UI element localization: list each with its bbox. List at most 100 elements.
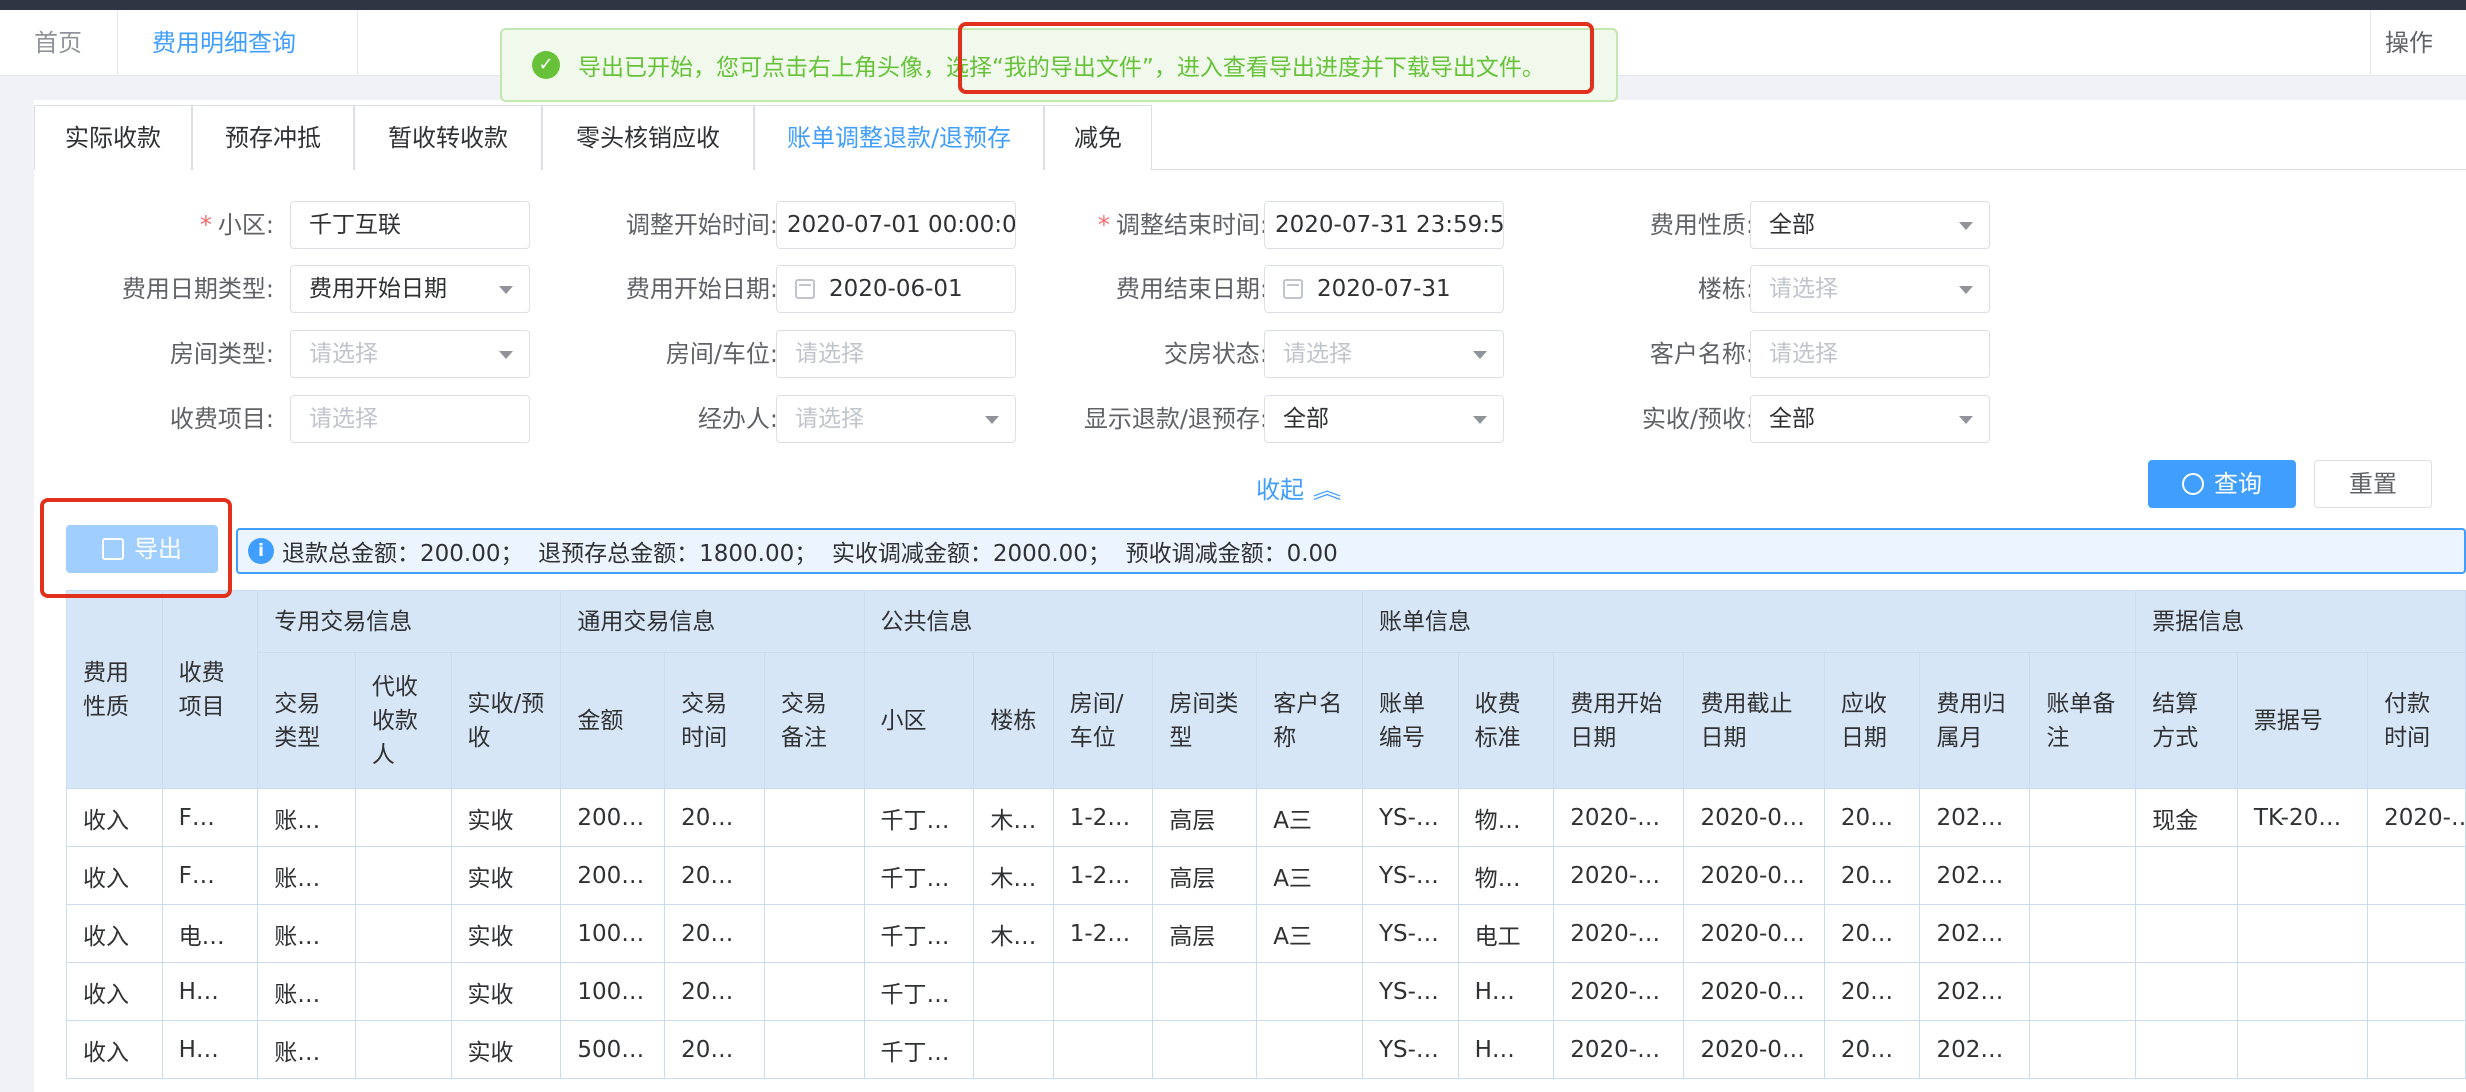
group-header-bill: 账单信息 xyxy=(1361,590,2137,653)
room-parking-input[interactable]: 请选择 xyxy=(776,330,1016,378)
table-cell: 20… xyxy=(1823,846,1921,905)
collapse-toggle[interactable]: 收起 ︽ xyxy=(1256,470,1341,505)
table-cell: 202… xyxy=(1919,788,2031,847)
table-cell xyxy=(354,962,452,1021)
table-cell: 2020-… xyxy=(1553,788,1685,847)
table-cell xyxy=(1152,962,1258,1021)
chevron-down-icon xyxy=(499,286,513,294)
table-cell: 账… xyxy=(257,788,356,847)
customer-name-input[interactable]: 请选择 xyxy=(1750,330,1990,378)
charge-item-input[interactable]: 请选择 xyxy=(290,395,530,443)
group-header-special: 专用交易信息 xyxy=(257,590,562,653)
table-row[interactable]: 收入 H… 账… 实收 100… 20… 千丁… YS-… H… 2020-… 2020-0… 20…… xyxy=(66,962,2466,1021)
table-row[interactable]: 收入 H… 账… 实收 500… 20… 千丁… YS-… H… 2020-… 2020-0… 20…… xyxy=(66,1020,2466,1079)
tab-fee-detail-query[interactable]: 费用明细查询× xyxy=(118,10,358,123)
table-cell: 20… xyxy=(1823,904,1921,963)
table-cell: 1-2… xyxy=(1052,904,1154,963)
chevron-double-up-icon: ︽ xyxy=(1312,479,1342,504)
table-cell xyxy=(354,904,452,963)
room-type-select[interactable]: 请选择 xyxy=(290,330,530,378)
actual-prepay-select[interactable]: 全部 xyxy=(1750,395,1990,443)
fee-nature-select[interactable]: 全部 xyxy=(1750,201,1990,249)
col-header-fee-nature: 费用性质 xyxy=(66,590,163,789)
table-cell xyxy=(2367,904,2466,963)
table-cell: 202… xyxy=(1919,1020,2031,1079)
table-cell xyxy=(354,1020,452,1079)
community-input[interactable]: 千丁互联 xyxy=(290,201,530,249)
show-refund-select[interactable]: 全部 xyxy=(1264,395,1504,443)
table-cell xyxy=(2367,962,2466,1021)
adjust-start-input[interactable]: 2020-07-01 00:00:00 xyxy=(776,201,1016,249)
col-header-room-type: 房间类型 xyxy=(1152,652,1258,789)
chevron-down-icon xyxy=(1473,416,1487,424)
query-button[interactable]: 查询 xyxy=(2148,460,2296,508)
table-row[interactable]: 收入 电… 账… 实收 100… 20… 千丁… 木… 1-2… 高层 A三 YS-… 电工 2020-…… xyxy=(66,904,2466,963)
col-header-transaction-time: 交易时间 xyxy=(664,652,765,789)
fee-date-type-select[interactable]: 费用开始日期 xyxy=(290,265,530,313)
table-cell: 收入 xyxy=(66,904,163,963)
table-cell: 20… xyxy=(664,962,765,1021)
group-header-receipt: 票据信息 xyxy=(2135,590,2466,653)
table-cell: 木… xyxy=(973,846,1054,905)
fee-start-date-input[interactable]: 2020-06-01 xyxy=(776,265,1016,313)
table-cell: F… xyxy=(161,788,259,847)
table-cell xyxy=(2367,846,2466,905)
table-cell: YS-… xyxy=(1361,788,1459,847)
fee-end-date-input[interactable]: 2020-07-31 xyxy=(1264,265,1504,313)
room-parking-label: 房间/车位: xyxy=(665,340,778,368)
operations-label: 操作 xyxy=(2385,29,2433,57)
table-cell: YS-… xyxy=(1361,904,1459,963)
col-header-fee-end-date: 费用截止日期 xyxy=(1683,652,1825,789)
table-cell: 千丁… xyxy=(863,788,975,847)
table-cell: 高层 xyxy=(1152,788,1258,847)
table-cell: 千丁… xyxy=(863,904,975,963)
table-cell: 账… xyxy=(257,904,356,963)
operations-menu[interactable]: 操作 xyxy=(2370,10,2466,76)
col-header-bill-number: 账单编号 xyxy=(1361,652,1459,789)
delivery-status-select[interactable]: 请选择 xyxy=(1264,330,1504,378)
summary-bar: i 退款总金额：200.00； 退预存总金额：1800.00； 实收调减金额：2… xyxy=(236,528,2466,574)
table-row[interactable]: 收入 F… 账… 实收 200… 20… 千丁… 木… 1-2… 高层 A三 YS-… 物… 2020-…… xyxy=(66,788,2466,847)
table-cell: 收入 xyxy=(66,1020,163,1079)
tab-prepaid-offset[interactable]: 预存冲抵 xyxy=(192,105,354,170)
handler-select[interactable]: 请选择 xyxy=(776,395,1016,443)
charge-item-label: 收费项目: xyxy=(169,405,274,433)
col-header-payment-time: 付款时间 xyxy=(2367,652,2466,789)
tab-actual-receipt[interactable]: 实际收款 xyxy=(34,105,192,170)
group-header-public: 公共信息 xyxy=(863,590,1363,653)
table-cell: 物… xyxy=(1457,846,1555,905)
fee-detail-table: 费用性质 收费项目 专用交易信息 通用交易信息 公共信息 账单信息 票据信息 交… xyxy=(66,590,2466,1079)
table-cell xyxy=(2029,846,2137,905)
table-row[interactable]: 收入 F… 账… 实收 200… 20… 千丁… 木… 1-2… 高层 A三 YS-… 物… 2020-…… xyxy=(66,846,2466,905)
table-cell: YS-… xyxy=(1361,962,1459,1021)
table-cell xyxy=(2367,1020,2466,1079)
tab-home[interactable]: 首页 xyxy=(0,10,118,76)
table-cell xyxy=(2135,846,2238,905)
annotation-highlight-export xyxy=(40,498,232,598)
annotation-highlight-toast xyxy=(958,22,1594,94)
table-cell: 2020-0… xyxy=(1683,962,1825,1021)
table-cell: 收入 xyxy=(66,846,163,905)
table-cell xyxy=(2029,1020,2137,1079)
fee-start-date-label: 费用开始日期: xyxy=(625,275,778,303)
table-cell xyxy=(763,788,865,847)
fee-date-type-label: 费用日期类型: xyxy=(121,275,274,303)
table-cell: A三 xyxy=(1256,846,1363,905)
table-cell: 2020-0… xyxy=(1683,788,1825,847)
tab-waiver[interactable]: 减免 xyxy=(1044,105,1152,170)
tab-temp-to-receipt[interactable]: 暂收转收款 xyxy=(354,105,542,170)
table-cell: F… xyxy=(161,846,259,905)
table-cell: 1-2… xyxy=(1052,788,1154,847)
table-cell: YS-… xyxy=(1361,1020,1459,1079)
building-select[interactable]: 请选择 xyxy=(1750,265,1990,313)
reset-button[interactable]: 重置 xyxy=(2314,460,2432,508)
table-cell xyxy=(973,1020,1054,1079)
table-cell: 实收 xyxy=(450,904,562,963)
table-cell xyxy=(2029,962,2137,1021)
sub-tab-bar: 实际收款 预存冲抵 暂收转收款 零头核销应收 账单调整退款/退预存 减免 xyxy=(34,105,2466,170)
tab-rounding-writeoff[interactable]: 零头核销应收 xyxy=(542,105,754,170)
table-cell: 收入 xyxy=(66,788,163,847)
tab-bill-adjust-refund[interactable]: 账单调整退款/退预存 xyxy=(754,105,1044,170)
table-cell: 电工 xyxy=(1457,904,1555,963)
adjust-end-input[interactable]: 2020-07-31 23:59:59 xyxy=(1264,201,1504,249)
